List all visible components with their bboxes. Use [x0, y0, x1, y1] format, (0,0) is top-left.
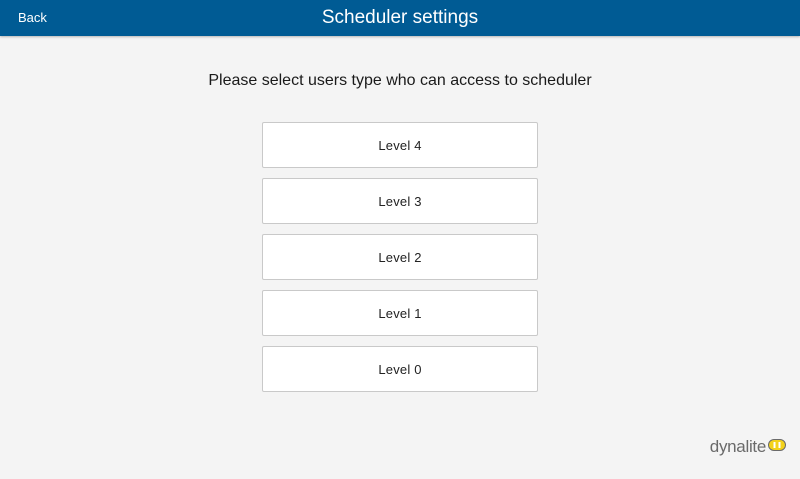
logo-mark-icon	[768, 438, 786, 456]
page-title: Scheduler settings	[321, 7, 479, 28]
title-bar: Back Scheduler settings	[0, 0, 800, 36]
level-3-button[interactable]: Level 3	[262, 178, 538, 224]
dynalite-logo: dynalite	[710, 437, 786, 457]
level-0-button[interactable]: Level 0	[262, 346, 538, 392]
logo-wordmark: dynalite	[709, 437, 767, 456]
level-4-button[interactable]: Level 4	[262, 122, 538, 168]
level-1-button[interactable]: Level 1	[262, 290, 538, 336]
level-2-button[interactable]: Level 2	[262, 234, 538, 280]
user-level-list: Level 4 Level 3 Level 2 Level 1 Level 0	[262, 122, 538, 402]
back-button[interactable]: Back	[18, 0, 47, 36]
instruction-text: Please select users type who can access …	[208, 72, 592, 89]
